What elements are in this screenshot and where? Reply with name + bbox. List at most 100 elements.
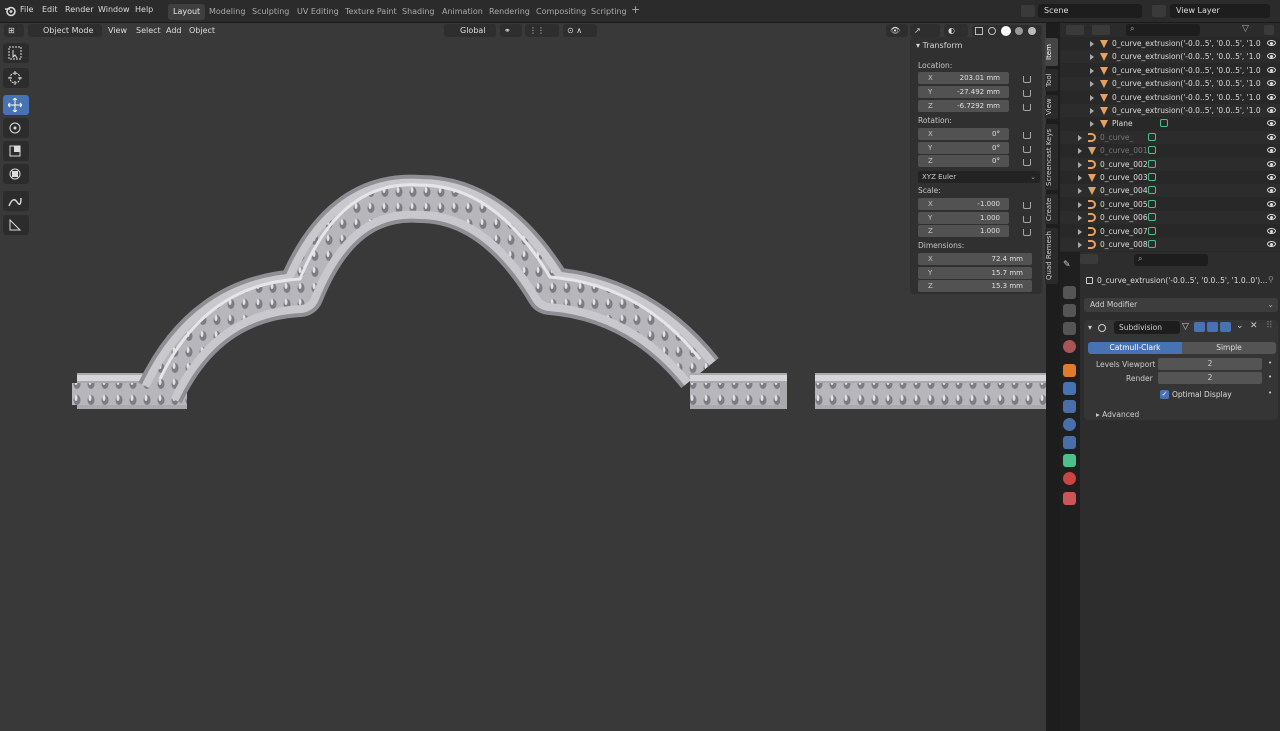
expand-arrow-icon[interactable] xyxy=(1078,134,1082,141)
dimensions-z-field[interactable]: Z 15.3 mm xyxy=(918,280,1032,292)
eye-icon[interactable] xyxy=(1267,147,1276,154)
eye-icon[interactable] xyxy=(1267,214,1276,221)
expand-arrow-icon[interactable] xyxy=(1090,81,1094,88)
object-data-icon[interactable] xyxy=(1148,199,1156,208)
modifier-name-field[interactable]: Subdivision xyxy=(1114,321,1180,334)
tab-uv-editing[interactable]: UV Editing xyxy=(292,4,344,20)
outliner-row[interactable]: 0_curve_extrusion('-0.0..5', '0.0..5', '… xyxy=(1060,77,1280,91)
tab-modeling[interactable]: Modeling xyxy=(204,4,250,20)
object-name[interactable]: 0_curve_extrusion('-0.0..5', '0.0..5', '… xyxy=(1097,276,1267,285)
outliner-row[interactable]: 0_curve_001 xyxy=(1060,144,1280,157)
object-data-icon[interactable] xyxy=(1148,173,1156,181)
expand-arrow-icon[interactable] xyxy=(1078,148,1082,155)
physics-properties-icon[interactable] xyxy=(1063,418,1076,431)
outliner-search-input[interactable] xyxy=(1126,24,1200,36)
outliner-row[interactable]: 0_curve_extrusion('-0.0..5', '0.0..5', '… xyxy=(1060,37,1280,50)
properties-editor-type-icon[interactable] xyxy=(1080,254,1098,264)
expand-arrow-icon[interactable] xyxy=(1090,94,1094,101)
outliner-row[interactable]: 0_curve_006 xyxy=(1060,211,1280,225)
expand-arrow-icon[interactable] xyxy=(1090,121,1094,128)
lock-scale-x-icon[interactable] xyxy=(1023,202,1031,209)
object-data-icon[interactable] xyxy=(1148,213,1156,222)
eye-icon[interactable] xyxy=(1267,227,1276,234)
outliner-row[interactable]: Plane xyxy=(1060,117,1280,130)
view-layer-icon[interactable] xyxy=(1152,5,1166,17)
render-levels-field[interactable]: 2 xyxy=(1158,372,1262,384)
collapse-arrow-icon[interactable]: ▾ xyxy=(1088,323,1092,332)
eye-icon[interactable] xyxy=(1267,66,1276,73)
molding-object[interactable] xyxy=(0,23,1046,731)
object-data-icon[interactable] xyxy=(1148,132,1156,141)
outliner-row[interactable]: 0_curve_005 xyxy=(1060,198,1280,211)
object-data-icon[interactable] xyxy=(1148,146,1156,155)
lock-rotation-x-icon[interactable] xyxy=(1023,132,1031,139)
keyframe-dot-icon[interactable]: • xyxy=(1268,359,1272,367)
menu-help[interactable]: Help xyxy=(135,5,153,14)
display-mode-icon[interactable] xyxy=(1066,25,1084,35)
object-properties-icon[interactable] xyxy=(1063,364,1076,377)
eye-icon[interactable] xyxy=(1267,133,1276,140)
outliner-row[interactable]: 0_curve_003 xyxy=(1060,171,1280,184)
modifier-properties-icon[interactable] xyxy=(1063,382,1076,395)
eye-icon[interactable] xyxy=(1267,160,1276,167)
render-toggle-icon[interactable] xyxy=(1220,322,1231,332)
menu-window[interactable]: Window xyxy=(98,5,130,14)
tab-simple[interactable]: Simple xyxy=(1182,342,1276,354)
expand-arrow-icon[interactable] xyxy=(1078,175,1082,181)
cage-toggle-icon[interactable] xyxy=(1194,322,1205,332)
scene-properties-icon[interactable] xyxy=(1063,340,1076,353)
scale-y-field[interactable]: Y 1.000 xyxy=(918,212,1009,224)
optimal-display-checkbox[interactable]: ✓ xyxy=(1160,390,1169,399)
tab-animation[interactable]: Animation xyxy=(437,4,488,20)
drag-handle-icon[interactable]: ⠿ xyxy=(1266,321,1273,331)
scale-z-field[interactable]: Z 1.000 xyxy=(918,225,1009,237)
object-data-icon[interactable] xyxy=(1160,119,1168,128)
filter-icon[interactable]: ▽ xyxy=(1242,24,1249,34)
lock-scale-y-icon[interactable] xyxy=(1023,216,1031,223)
tab-layout[interactable]: Layout xyxy=(168,4,206,20)
location-y-field[interactable]: Y -27.492 mm xyxy=(918,86,1009,98)
filter-view-icon[interactable] xyxy=(1092,25,1110,35)
tab-compositing[interactable]: Compositing xyxy=(531,4,591,20)
render-properties-icon[interactable] xyxy=(1063,286,1076,299)
location-z-field[interactable]: Z -6.7292 mm xyxy=(918,100,1009,112)
expand-arrow-icon[interactable] xyxy=(1078,228,1082,235)
object-data-icon[interactable] xyxy=(1148,186,1156,195)
tab-tool[interactable]: Tool xyxy=(1045,69,1058,91)
scale-x-field[interactable]: X -1.000 xyxy=(918,198,1009,210)
tab-rendering[interactable]: Rendering xyxy=(484,4,535,20)
expand-arrow-icon[interactable] xyxy=(1078,161,1082,168)
expand-arrow-icon[interactable] xyxy=(1078,188,1082,195)
tab-create[interactable]: Create xyxy=(1045,194,1058,224)
constraints-properties-icon[interactable] xyxy=(1063,436,1076,449)
outliner-row[interactable]: 0_curve_007 xyxy=(1060,225,1280,238)
outliner-row[interactable]: 0_curve_extrusion('-0.0..5', '0.0..5', '… xyxy=(1060,91,1280,104)
scene-icon[interactable] xyxy=(1021,5,1035,17)
tool-properties-icon[interactable]: ✎ xyxy=(1063,260,1076,273)
object-data-icon[interactable] xyxy=(1148,159,1156,168)
keyframe-dot-icon[interactable]: • xyxy=(1268,389,1272,397)
eye-icon[interactable] xyxy=(1267,40,1276,46)
view-layer-properties-icon[interactable] xyxy=(1063,322,1076,335)
pin-icon[interactable]: ⚲ xyxy=(1268,275,1274,284)
eye-icon[interactable] xyxy=(1267,120,1276,127)
lock-location-x-icon[interactable] xyxy=(1023,76,1031,83)
expand-arrow-icon[interactable] xyxy=(1090,41,1094,47)
advanced-subpanel[interactable]: ▸ Advanced xyxy=(1096,410,1139,419)
tab-screencast-keys[interactable]: Screencast Keys xyxy=(1045,124,1058,190)
chevron-down-icon[interactable]: ⌄ xyxy=(1236,321,1244,331)
rotation-x-field[interactable]: X 0° xyxy=(918,128,1009,140)
outliner-row[interactable]: 0_curve_ xyxy=(1060,130,1280,144)
eye-icon[interactable] xyxy=(1267,80,1276,87)
scene-field[interactable]: Scene xyxy=(1038,4,1142,18)
expand-arrow-icon[interactable] xyxy=(1090,67,1094,74)
lock-location-y-icon[interactable] xyxy=(1023,90,1031,97)
add-workspace-button[interactable]: + xyxy=(631,3,640,16)
new-collection-icon[interactable] xyxy=(1264,25,1274,35)
3d-viewport[interactable]: ⊞ Object Mode View Select Add Object Glo… xyxy=(0,23,1046,731)
transform-header[interactable]: ▾ Transform xyxy=(916,41,962,50)
viewport-toggle-icon[interactable] xyxy=(1207,322,1218,332)
menu-file[interactable]: File xyxy=(20,5,33,14)
tab-texture-paint[interactable]: Texture Paint xyxy=(340,4,402,20)
output-properties-icon[interactable] xyxy=(1063,304,1076,317)
